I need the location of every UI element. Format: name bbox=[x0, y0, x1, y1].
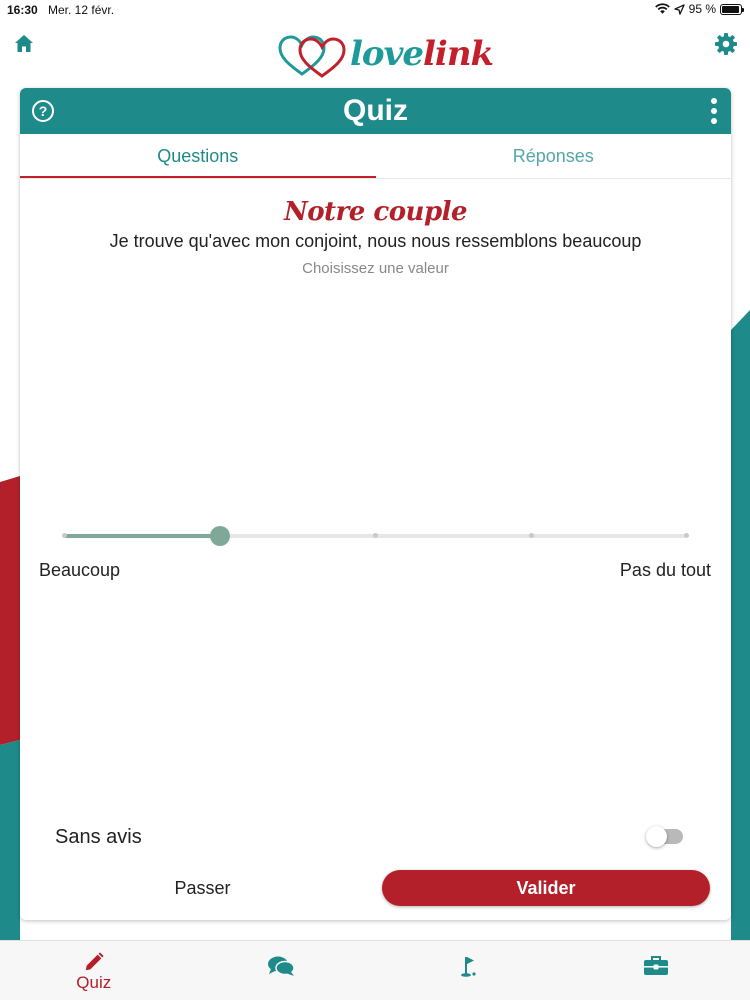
dot bbox=[711, 118, 717, 124]
status-date: Mer. 12 févr. bbox=[48, 3, 115, 17]
bottom-tab-bar: Quiz bbox=[0, 940, 750, 1000]
dot bbox=[711, 108, 717, 114]
slider-fill bbox=[64, 534, 220, 538]
logo-link-text: link bbox=[422, 34, 494, 74]
chat-bubbles-icon bbox=[268, 956, 295, 976]
tab-bar-item-goal[interactable] bbox=[375, 941, 563, 1000]
card-title: Quiz bbox=[343, 94, 408, 127]
tab-bar-item-quiz[interactable]: Quiz bbox=[0, 941, 188, 1000]
battery-percent: 95 % bbox=[688, 2, 716, 16]
slider-tick bbox=[684, 533, 689, 538]
hearts-logo-icon bbox=[278, 35, 346, 78]
wifi-icon bbox=[654, 3, 670, 14]
tab-bar-item-chat[interactable] bbox=[188, 941, 376, 1000]
slider-max-label: Pas du tout bbox=[619, 560, 711, 580]
status-time: 16:30 bbox=[7, 3, 38, 17]
tab-reponses[interactable]: Réponses bbox=[376, 134, 732, 178]
no-opinion-label: Sans avis bbox=[55, 826, 142, 848]
location-arrow-icon bbox=[673, 3, 685, 15]
question-block: Notre couple Je trouve qu'avec mon conjo… bbox=[20, 179, 731, 277]
value-slider[interactable] bbox=[62, 526, 689, 546]
battery-icon bbox=[720, 3, 744, 15]
golf-flag-icon bbox=[460, 957, 476, 977]
toolbox-icon bbox=[644, 956, 669, 975]
tab-bar-label-quiz: Quiz bbox=[76, 973, 112, 992]
home-button[interactable] bbox=[12, 32, 36, 56]
slider-min-label: Beaucoup bbox=[39, 560, 121, 580]
question-hint: Choisissez une valeur bbox=[302, 260, 449, 277]
logo-love-text: love bbox=[350, 34, 424, 74]
card-header: ? Quiz bbox=[20, 88, 731, 134]
app-header: lovelink bbox=[0, 22, 750, 88]
status-bar: 16:30 Mer. 12 févr. 95 % bbox=[0, 0, 750, 22]
slider-tick bbox=[62, 533, 67, 538]
dot bbox=[711, 98, 717, 104]
slider-tick bbox=[528, 533, 534, 538]
card-tabs: Questions Réponses bbox=[20, 134, 731, 179]
gear-icon bbox=[715, 33, 737, 55]
no-opinion-toggle[interactable] bbox=[646, 826, 683, 847]
home-icon bbox=[15, 35, 33, 52]
tab-questions[interactable]: Questions bbox=[20, 134, 376, 178]
status-right: 95 % bbox=[654, 2, 744, 16]
question-text: Je trouve qu'avec mon conjoint, nous nou… bbox=[109, 231, 642, 251]
skip-button[interactable]: Passer bbox=[145, 870, 260, 906]
pencil-icon bbox=[85, 952, 104, 971]
quiz-card: ? Quiz Questions Réponses Notre couple J… bbox=[20, 88, 731, 920]
tab-bar-item-toolbox[interactable] bbox=[563, 941, 750, 1000]
settings-button[interactable] bbox=[714, 32, 738, 56]
slider-thumb[interactable] bbox=[209, 526, 230, 546]
lovelink-logo: lovelink bbox=[278, 34, 494, 78]
more-options-button[interactable] bbox=[709, 98, 719, 124]
question-category: Notre couple bbox=[283, 197, 468, 227]
slider-tick bbox=[373, 533, 378, 538]
toggle-knob bbox=[646, 826, 667, 847]
logo-wordmark: lovelink bbox=[350, 34, 494, 74]
validate-button[interactable]: Valider bbox=[382, 870, 710, 906]
